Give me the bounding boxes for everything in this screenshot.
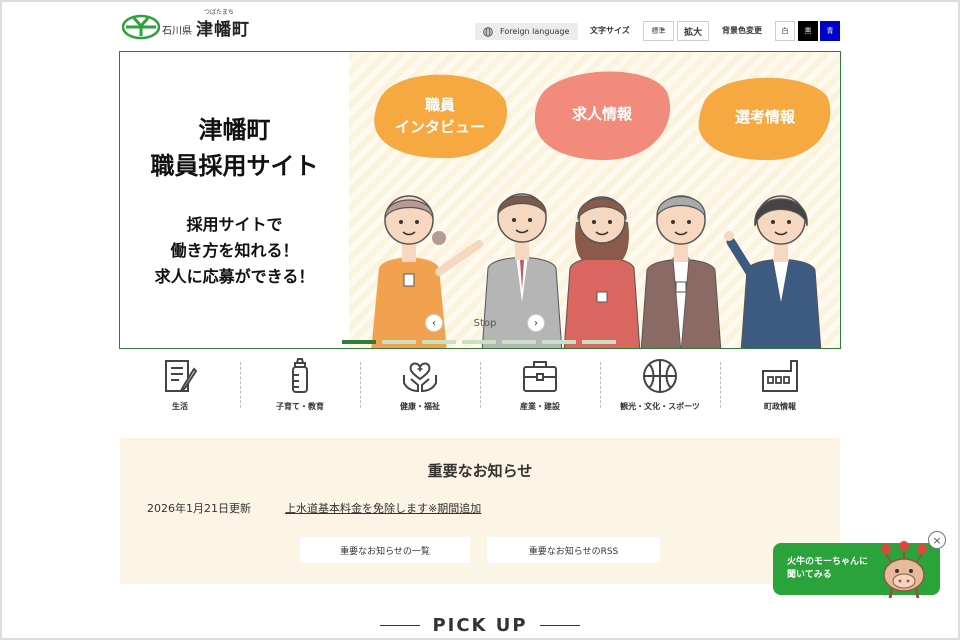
category-label: 健康・福祉 — [400, 402, 440, 411]
bubble1-line2: インタビュー — [394, 118, 485, 136]
hero-subtitle: 採用サイトで 働き方を知れる！ 求人に応募ができる！ — [120, 212, 349, 290]
slider-dot[interactable] — [382, 340, 416, 344]
category-town-administration[interactable]: 町政情報 — [720, 352, 840, 414]
notice-list-button[interactable]: 重要なお知らせの一覧 — [300, 537, 470, 563]
slider-dot[interactable] — [342, 340, 376, 344]
notice-rss-button[interactable]: 重要なお知らせのRSS — [487, 537, 660, 563]
logo-ruby: つばたまち — [204, 9, 234, 16]
category-label: 観光・文化・スポーツ — [620, 402, 700, 411]
hero-sub-line1: 採用サイトで — [186, 215, 283, 234]
slider-prev-button[interactable]: ‹ — [425, 314, 443, 332]
mascot-cow-icon — [881, 541, 927, 599]
category-health-welfare[interactable]: 健康・福祉 — [360, 352, 480, 414]
heart-hands-icon — [403, 362, 437, 393]
category-nav: 生活 子育て・教育 健康・福祉 産業・建設 観光・文化・スポーツ 町政情報 — [120, 352, 840, 414]
hero-title-line1: 津幡町 — [198, 116, 271, 144]
chat-close-button[interactable]: × — [928, 531, 946, 549]
notice-link[interactable]: 上水道基本料金を免除します※期間追加 — [285, 500, 481, 516]
staff-interview-label: 職員 インタビュー — [395, 94, 485, 138]
briefcase-icon — [523, 361, 557, 392]
pickup-title: PICK UP — [432, 614, 528, 636]
slider-dot[interactable] — [542, 340, 576, 344]
town-emblem-icon — [122, 14, 160, 40]
job-info-bubble[interactable]: 求人情報 — [531, 66, 673, 162]
slider-pagination — [342, 340, 616, 344]
heading-rule — [539, 624, 580, 626]
selection-info-label: 選考情報 — [734, 108, 795, 126]
bg-white-button[interactable]: 白 — [775, 21, 795, 41]
slider-dot[interactable] — [502, 340, 536, 344]
slider-dot[interactable] — [462, 340, 496, 344]
slider-dot[interactable] — [582, 340, 616, 344]
bg-black-button[interactable]: 黒 — [798, 21, 818, 41]
hero-title: 津幡町 職員採用サイト — [120, 112, 349, 184]
globe-icon — [483, 26, 493, 37]
basketball-icon — [643, 359, 677, 393]
site-header: 石川県 つばたまち 津幡町 Foreign language 文字サイズ 標準 … — [0, 0, 960, 50]
category-label: 町政情報 — [764, 402, 796, 411]
logo-town-name: 津幡町 — [196, 20, 250, 40]
factory-icon — [762, 360, 798, 392]
slider-next-button[interactable]: › — [526, 314, 545, 332]
notice-date: 2026年1月21日更新 — [147, 502, 251, 515]
slider-dot[interactable] — [422, 340, 456, 344]
category-tourism-culture-sports[interactable]: 観光・文化・スポーツ — [600, 352, 720, 414]
bubble1-line1: 職員 — [424, 96, 455, 114]
category-industry-construction[interactable]: 産業・建設 — [480, 352, 600, 414]
category-childcare-education[interactable]: 子育て・教育 — [240, 352, 360, 414]
heading-rule — [380, 624, 421, 626]
foreign-language-label: Foreign language — [500, 27, 570, 36]
hero-text-panel: 津幡町 職員採用サイト 採用サイトで 働き方を知れる！ 求人に応募ができる！ — [120, 52, 349, 348]
hero-illustration-panel: 職員 インタビュー 求人情報 選考情報 — [349, 52, 840, 348]
category-label: 産業・建設 — [520, 402, 560, 411]
job-info-label: 求人情報 — [571, 105, 632, 123]
slider-stop-button[interactable]: Stop — [474, 318, 497, 329]
site-logo[interactable]: 石川県 つばたまち 津幡町 — [122, 9, 250, 40]
important-notice: 重要なお知らせ 2026年1月21日更新 上水道基本料金を免除します※期間追加 … — [120, 438, 840, 584]
notice-title: 重要なお知らせ — [427, 462, 533, 480]
chat-text: 火牛のモーちゃんに 聞いてみる — [787, 556, 868, 582]
staff-illustration-icon — [371, 193, 822, 348]
hero-sub-line3: 求人に応募ができる！ — [154, 267, 315, 286]
text-size-standard-button[interactable]: 標準 — [643, 21, 674, 41]
category-life[interactable]: 生活 — [120, 352, 240, 414]
slider-controls: ‹ Stop › — [425, 313, 545, 333]
baby-bottle-icon — [292, 358, 308, 393]
chat-line2: 聞いてみる — [787, 570, 832, 580]
hero-slider[interactable]: 津幡町 職員採用サイト 採用サイトで 働き方を知れる！ 求人に応募ができる！ 職… — [119, 51, 841, 349]
bg-color-label: 背景色変更 — [722, 26, 762, 35]
category-label: 生活 — [172, 402, 188, 411]
foreign-language-button[interactable]: Foreign language — [475, 23, 578, 40]
logo-prefecture: 石川県 — [162, 26, 192, 37]
bg-blue-button[interactable]: 青 — [820, 21, 840, 41]
category-label: 子育て・教育 — [276, 402, 324, 411]
text-size-large-button[interactable]: 拡大 — [677, 21, 709, 41]
document-pen-icon — [165, 360, 198, 392]
selection-info-bubble[interactable]: 選考情報 — [695, 70, 835, 164]
pickup-heading: PICK UP — [380, 612, 580, 638]
staff-interview-bubble[interactable]: 職員 インタビュー — [369, 70, 511, 162]
hero-title-line2: 職員採用サイト — [150, 152, 319, 180]
text-size-label: 文字サイズ — [590, 26, 630, 35]
logo-town-wrap: つばたまち 津幡町 — [196, 9, 250, 40]
hero-sub-line2: 働き方を知れる！ — [170, 241, 299, 260]
chat-line1: 火牛のモーちゃんに — [787, 557, 869, 567]
